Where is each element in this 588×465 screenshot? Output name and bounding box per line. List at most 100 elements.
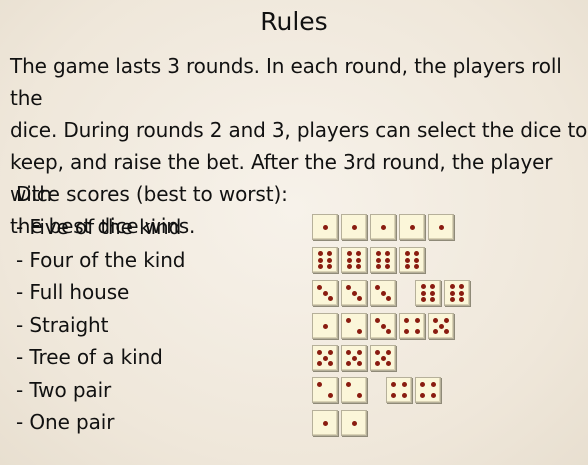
score-label-straight: - Straight [16,313,109,337]
die-face-5 [370,345,396,371]
die-pip [391,392,397,398]
die-pip [414,257,420,263]
die-pip [380,323,386,329]
die-pip [356,328,362,334]
die-pip [351,290,357,296]
die-pip [327,257,333,263]
die-pip [375,264,381,270]
die-pip [346,250,352,256]
die-pip [357,361,363,367]
die-pip [328,296,334,302]
die-pip [430,290,436,296]
die-pip [317,382,323,388]
die-pip [374,349,380,355]
die-face-2 [341,313,367,339]
die-pip [374,317,380,323]
die-pip [414,318,420,324]
die-pip [401,392,407,398]
die-pip [380,290,386,296]
rules-line: The game lasts 3 rounds. In each round, … [10,54,562,110]
score-label-one-pair: - One pair [16,410,115,434]
die-pip [345,284,351,290]
die-face-4 [415,377,441,403]
die-pip [346,318,352,324]
die-face-1 [312,410,338,436]
die-pip [322,224,328,230]
die-pip [404,328,410,334]
die-face-1 [341,410,367,436]
die-pip [420,283,426,289]
die-face-5 [341,345,367,371]
die-pip [322,420,328,426]
die-face-1 [370,214,396,240]
die-pip [356,392,362,398]
die-pip [380,224,386,230]
die-pip [420,392,426,398]
die-pip [356,250,362,256]
die-pip [346,264,352,270]
die-face-1 [341,214,367,240]
die-pip [414,250,420,256]
die-pip [316,361,322,367]
die-pip [357,349,363,355]
die-pip [346,257,352,263]
die-face-6 [341,247,367,273]
score-label-five-of-a-kind: - Five of the kind [16,215,182,239]
die-pip [322,323,328,329]
die-face-1 [312,313,338,339]
die-pip [401,382,407,388]
rules-panel: Rules The game lasts 3 rounds. In each r… [0,0,588,465]
score-label-three-of-a-kind: - Tree of a kind [16,345,163,369]
die-face-6 [444,280,470,306]
die-face-3 [370,313,396,339]
dice-scores-heading: Dice scores (best to worst): [16,182,288,206]
die-face-3 [370,280,396,306]
die-pip [357,296,363,302]
die-face-1 [428,214,454,240]
die-pip [380,355,386,361]
die-face-6 [312,247,338,273]
die-pip [386,349,392,355]
die-pip [386,329,392,335]
die-pip [351,420,357,426]
die-pip [356,264,362,270]
score-label-full-house: - Full house [16,280,130,304]
die-pip [432,317,438,323]
die-pip [385,250,391,256]
die-pip [420,297,426,303]
die-face-2 [341,377,367,403]
die-face-6 [370,247,396,273]
die-pip [375,250,381,256]
die-pip [328,349,334,355]
die-pip [449,290,455,296]
die-pip [449,283,455,289]
die-pip [327,392,333,398]
die-face-3 [341,280,367,306]
die-pip [345,349,351,355]
die-pip [351,355,357,361]
die-pip [374,284,380,290]
die-pip [328,361,334,367]
die-pip [414,328,420,334]
die-pip [459,297,465,303]
die-pip [322,355,328,361]
die-pip [391,382,397,388]
die-face-5 [428,313,454,339]
die-face-4 [399,313,425,339]
die-face-6 [399,247,425,273]
die-pip [449,297,455,303]
die-pip [351,224,357,230]
die-pip [430,392,436,398]
die-pip [430,297,436,303]
die-pip [316,284,322,290]
score-label-four-of-a-kind: - Four of the kind [16,248,186,272]
die-face-5 [312,345,338,371]
die-pip [414,264,420,270]
die-face-6 [415,280,441,306]
die-pip [438,323,444,329]
die-pip [404,257,410,263]
die-pip [432,329,438,335]
die-face-3 [312,280,338,306]
die-pip [459,283,465,289]
die-pip [386,361,392,367]
